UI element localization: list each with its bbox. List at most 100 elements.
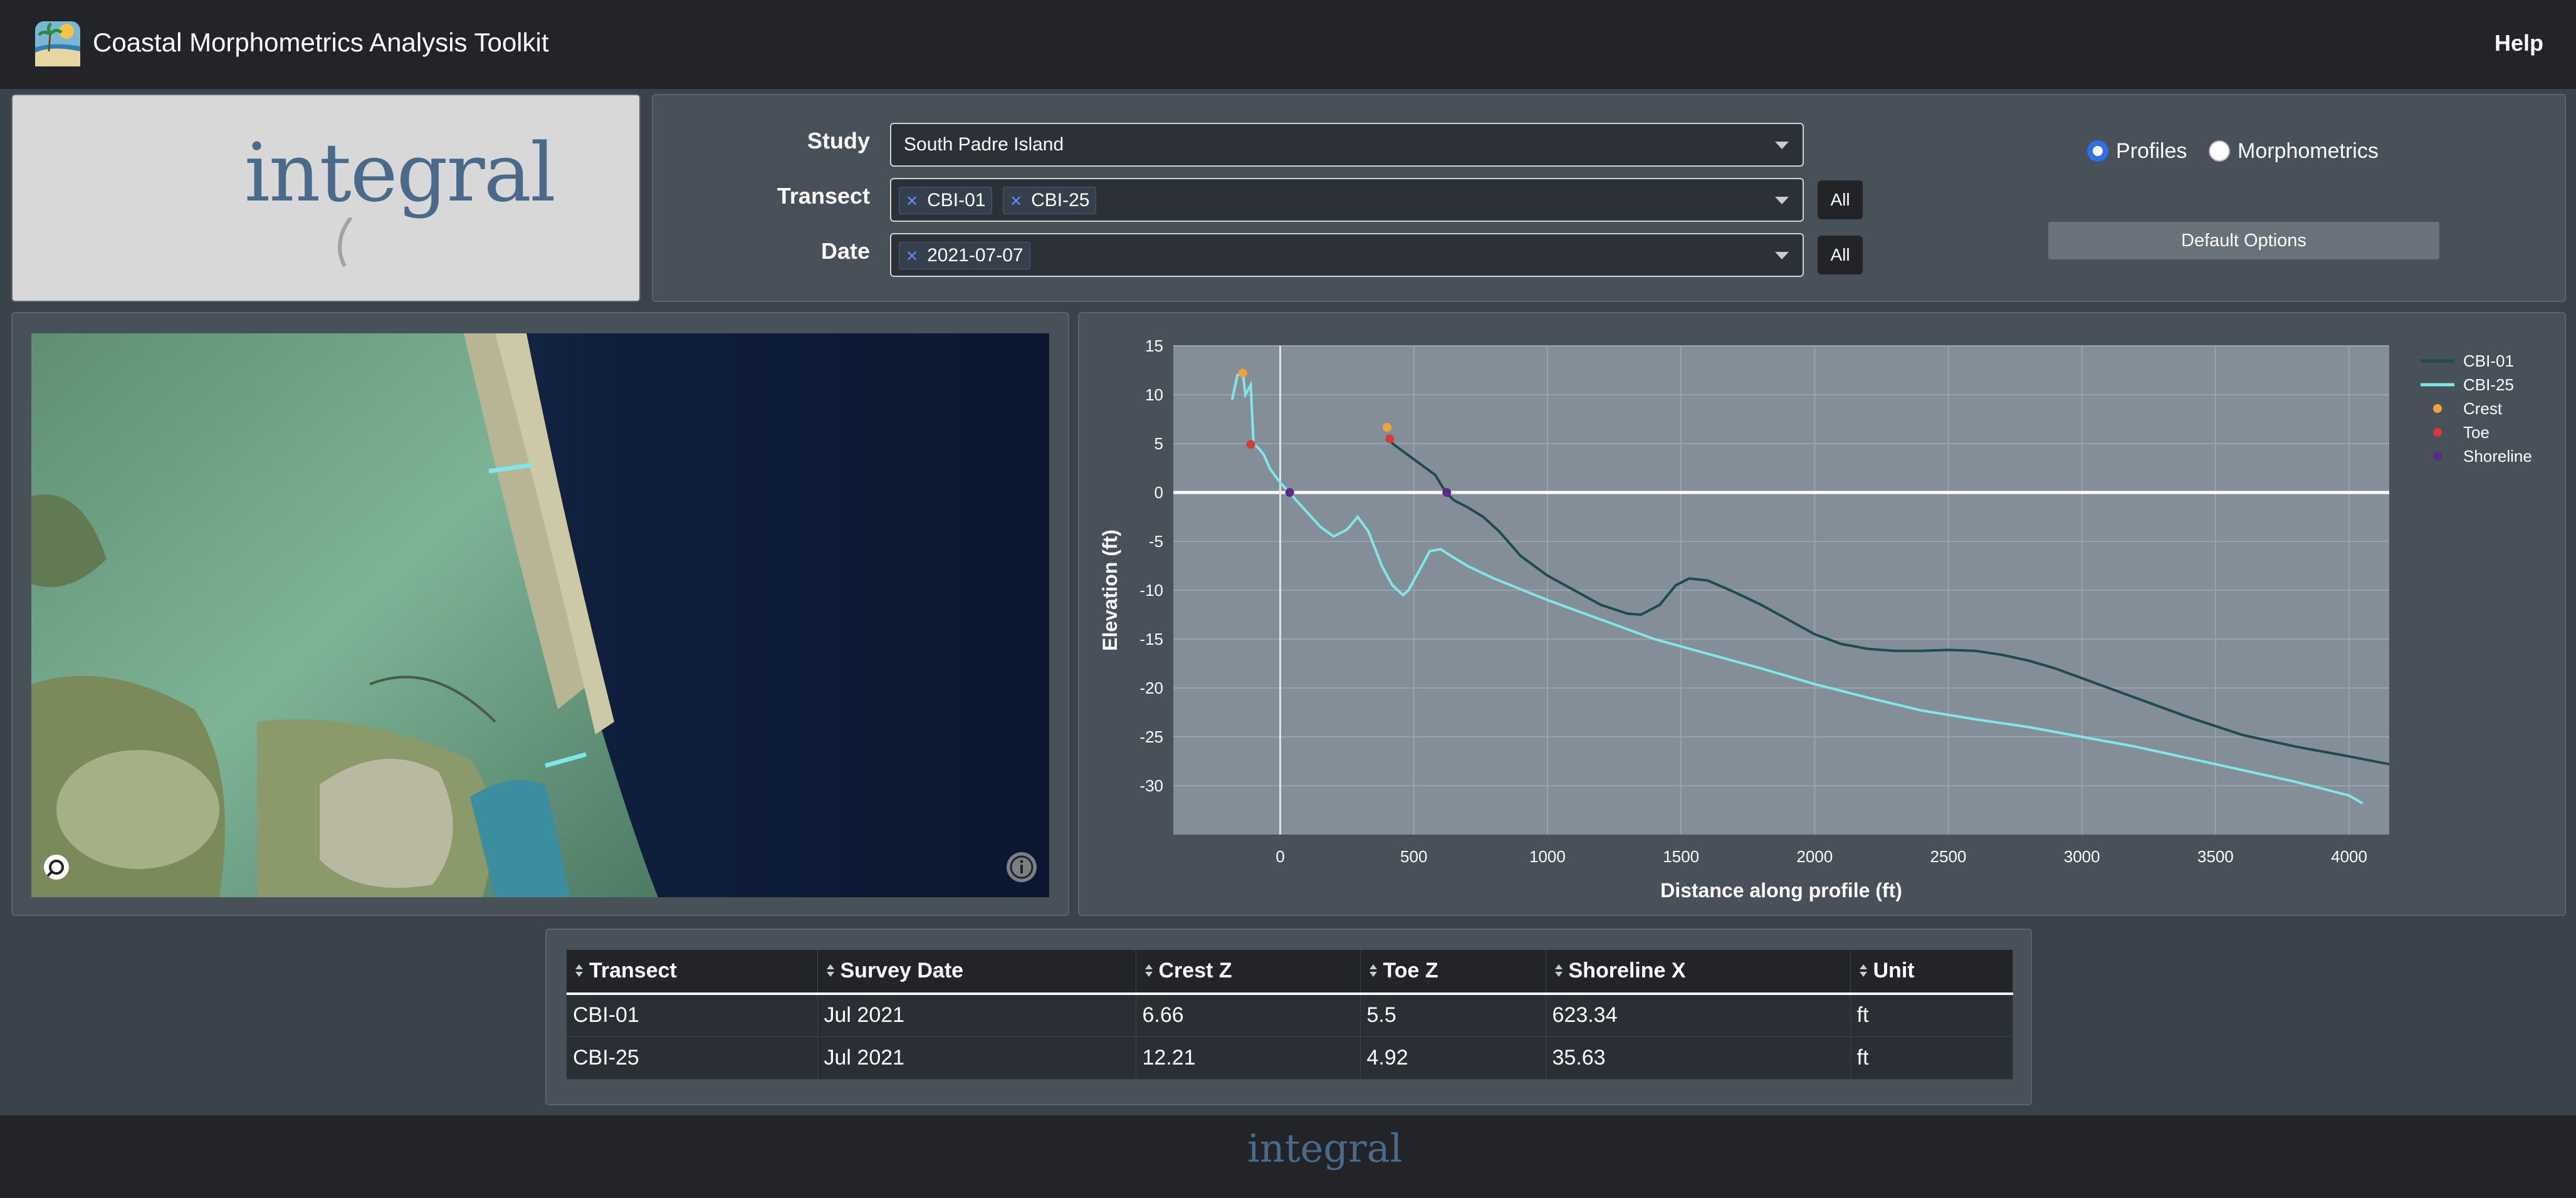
x-tick-label: 500: [1400, 847, 1427, 866]
table-row[interactable]: CBI-25 Jul 2021 12.21 4.92 35.63 ft: [567, 1036, 2013, 1080]
legend-entry: Toe: [2463, 423, 2490, 442]
column-header-toe-z[interactable]: Toe Z: [1360, 950, 1546, 995]
x-tick-label: 2000: [1796, 847, 1833, 866]
legend-entry: Crest: [2463, 399, 2503, 418]
transect-tag[interactable]: ✕ CBI-01: [899, 187, 993, 214]
column-header-unit[interactable]: Unit: [1850, 950, 2013, 995]
radio-selected-icon[interactable]: [2087, 140, 2108, 162]
legend-swatch: [2433, 404, 2442, 413]
legend-entry: Shoreline: [2463, 447, 2532, 466]
x-axis-label: Distance along profile (ft): [1660, 879, 1902, 902]
legend-entry: CBI-01: [2463, 352, 2514, 370]
table-row[interactable]: CBI-01 Jul 2021 6.66 5.5 623.34 ft: [567, 994, 2013, 1037]
satellite-map[interactable]: [31, 333, 1049, 897]
table-cell: CBI-01: [567, 994, 818, 1037]
footer-logo: integral: [1247, 1125, 1403, 1171]
column-header-transect[interactable]: Transect: [567, 950, 818, 995]
y-tick-label: -30: [1139, 776, 1163, 795]
transect-all-button[interactable]: All: [1818, 180, 1863, 219]
study-select[interactable]: South Padre Island: [890, 123, 1804, 167]
sort-icon[interactable]: [574, 959, 584, 984]
help-link[interactable]: Help: [2495, 30, 2543, 56]
map-panel: [11, 312, 1069, 916]
x-tick-label: 1500: [1663, 847, 1699, 866]
y-tick-label: -20: [1139, 679, 1163, 697]
controls-panel: Study South Padre Island Transect ✕ CBI-0…: [652, 94, 2566, 302]
table-cell: 5.5: [1360, 994, 1546, 1037]
chevron-down-icon[interactable]: [1775, 252, 1789, 259]
remove-icon[interactable]: ✕: [906, 248, 918, 265]
y-tick-label: 0: [1154, 483, 1163, 502]
y-tick-label: -15: [1139, 630, 1163, 648]
y-axis-label: Elevation (ft): [1099, 529, 1121, 651]
marker-crest: [1238, 368, 1247, 378]
date-label: Date: [820, 238, 870, 264]
layers-icon[interactable]: [43, 853, 70, 881]
transect-select[interactable]: ✕ CBI-01 ✕ CBI-25: [890, 178, 1804, 222]
app-title: Coastal Morphometrics Analysis Toolkit: [93, 28, 549, 57]
study-label: Study: [807, 128, 870, 154]
marker-crest: [1383, 423, 1392, 432]
x-tick-label: 3500: [2197, 847, 2234, 866]
table-cell: 6.66: [1136, 994, 1361, 1037]
date-all-button[interactable]: All: [1818, 236, 1863, 274]
radio-unselected-icon[interactable]: [2209, 140, 2230, 162]
marker-shoreline: [1285, 488, 1294, 497]
remove-icon[interactable]: ✕: [1010, 193, 1022, 210]
x-tick-label: 0: [1275, 847, 1284, 866]
sort-icon[interactable]: [1144, 959, 1154, 984]
table-cell: ft: [1850, 1036, 2013, 1080]
profile-chart[interactable]: 0 500 1000 1500 2000 2500 3000 3500 4000 15 10 5 0 -5…: [1079, 313, 2565, 915]
chevron-down-icon[interactable]: [1775, 142, 1789, 149]
table-cell: ft: [1850, 994, 2013, 1037]
table-cell: 4.92: [1360, 1036, 1546, 1080]
marker-toe: [1246, 440, 1255, 449]
sort-icon[interactable]: [1368, 959, 1378, 984]
column-header-crest-z[interactable]: Crest Z: [1136, 950, 1361, 995]
transect-tag[interactable]: ✕ CBI-25: [1003, 187, 1097, 214]
legend-swatch: [2433, 452, 2442, 461]
marker-shoreline: [1442, 488, 1452, 497]
table-panel: Transect Survey Date Crest Z Toe Z Shore…: [545, 929, 2032, 1105]
default-options-button[interactable]: Default Options: [2048, 222, 2439, 259]
y-tick-label: -25: [1139, 727, 1163, 746]
date-tag[interactable]: ✕ 2021-07-07: [899, 242, 1030, 269]
x-tick-label: 1000: [1529, 847, 1566, 866]
info-icon[interactable]: [1005, 851, 1038, 883]
footer: integral: [0, 1115, 2576, 1198]
marker-toe: [1385, 434, 1395, 444]
y-tick-label: -10: [1139, 581, 1163, 600]
top-bar: Coastal Morphometrics Analysis Toolkit H…: [0, 0, 2576, 89]
x-tick-label: 4000: [2331, 847, 2367, 866]
remove-icon[interactable]: ✕: [906, 193, 918, 210]
study-value: South Padre Island: [904, 134, 1064, 155]
integral-logo: integral: [244, 127, 556, 220]
sort-icon[interactable]: [1858, 959, 1868, 984]
x-tick-label: 3000: [2064, 847, 2100, 866]
sort-icon[interactable]: [825, 959, 835, 984]
logo-swoosh: [338, 217, 353, 268]
legend-entry: CBI-25: [2463, 375, 2514, 394]
y-tick-label: 10: [1145, 385, 1163, 404]
date-select[interactable]: ✕ 2021-07-07: [890, 233, 1804, 277]
satellite-image: [31, 333, 1049, 897]
column-header-survey-date[interactable]: Survey Date: [817, 950, 1136, 995]
y-tick-label: 15: [1145, 336, 1163, 355]
y-tick-label: -5: [1149, 532, 1163, 551]
logo-panel: integral: [11, 94, 641, 302]
chart-panel: 0 500 1000 1500 2000 2500 3000 3500 4000 15 10 5 0 -5…: [1078, 312, 2566, 916]
table-cell: 35.63: [1546, 1036, 1851, 1080]
chevron-down-icon[interactable]: [1775, 197, 1789, 204]
column-header-shoreline-x[interactable]: Shoreline X: [1546, 950, 1851, 995]
x-tick-label: 2500: [1930, 847, 1967, 866]
table-cell: Jul 2021: [817, 1036, 1136, 1080]
legend-swatch: [2433, 428, 2442, 437]
table-cell: 12.21: [1136, 1036, 1361, 1080]
table-cell: Jul 2021: [817, 994, 1136, 1037]
results-table: Transect Survey Date Crest Z Toe Z Shore…: [567, 950, 2013, 1080]
transect-label: Transect: [777, 183, 870, 209]
table-cell: 623.34: [1546, 994, 1851, 1037]
table-cell: CBI-25: [567, 1036, 818, 1080]
beach-icon: [35, 21, 80, 66]
sort-icon[interactable]: [1554, 959, 1564, 984]
